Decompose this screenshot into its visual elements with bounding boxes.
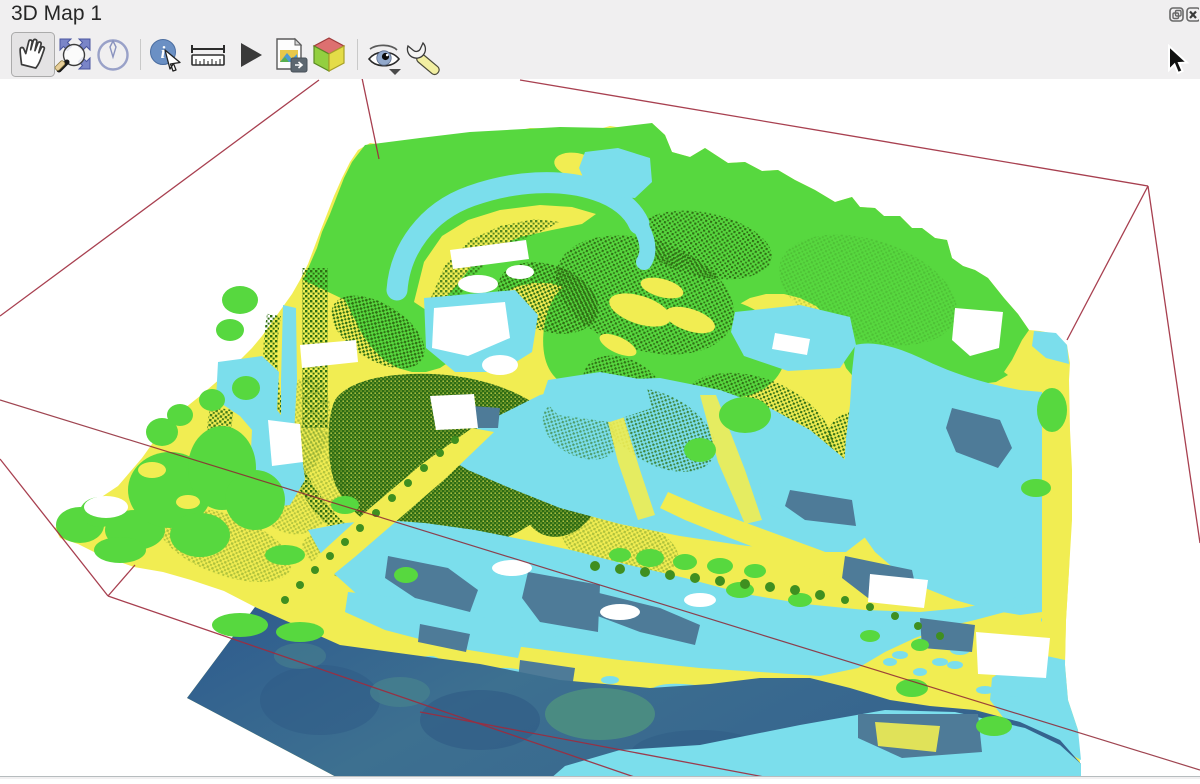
svg-text:i: i [161, 43, 166, 62]
